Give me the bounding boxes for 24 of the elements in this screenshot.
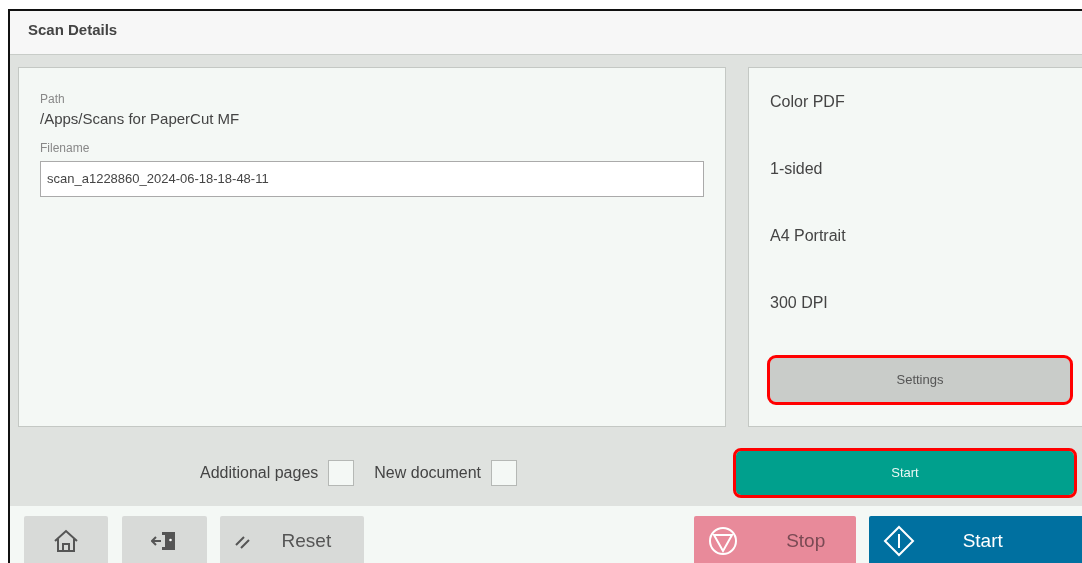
checkbox[interactable]: [491, 460, 518, 486]
setting-value: A4 Portrait: [770, 227, 846, 244]
start-button[interactable]: Start: [868, 516, 1082, 563]
path-value: /Apps/Scans for PaperCut MF: [40, 109, 241, 129]
stop-button[interactable]: Stop: [694, 516, 856, 563]
setting-value: Color PDF: [770, 93, 845, 110]
filename-field[interactable]: scan_a1228860_2024-06-18-18-48-11: [40, 160, 704, 197]
stop-icon: [708, 526, 739, 556]
start-icon: [882, 525, 915, 557]
logout-icon: [151, 529, 178, 553]
reset-button[interactable]: Reset: [219, 516, 365, 563]
option-label: New document: [374, 463, 482, 483]
option-label: Additional pages: [200, 463, 319, 483]
home-button[interactable]: [24, 516, 108, 563]
screen-title: Scan Details: [28, 21, 118, 38]
settings-button[interactable]: Settings: [770, 358, 1070, 402]
setting-value: 300 DPI: [770, 294, 828, 311]
start-button[interactable]: Start: [736, 451, 1074, 495]
path-label: Path: [40, 91, 66, 108]
checkbox[interactable]: [328, 460, 355, 486]
setting-value: 1-sided: [770, 160, 823, 177]
filename-label: Filename: [40, 139, 91, 157]
home-icon: [52, 529, 79, 553]
logout-button[interactable]: [121, 516, 207, 563]
